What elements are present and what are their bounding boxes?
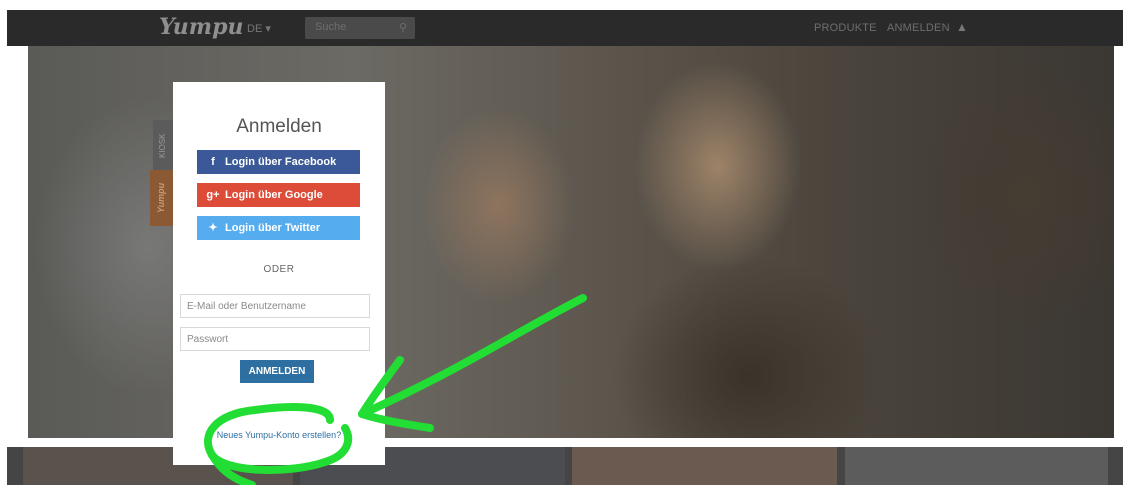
facebook-login-button[interactable]: f Login über Facebook bbox=[197, 150, 360, 174]
password-input[interactable] bbox=[180, 327, 370, 351]
chevron-down-icon: ▾ bbox=[265, 23, 271, 35]
search-box[interactable]: Suche ⚲ bbox=[305, 17, 415, 39]
login-submit-button[interactable]: ANMELDEN bbox=[240, 360, 314, 383]
search-input[interactable]: Suche bbox=[315, 21, 346, 33]
twitter-login-button[interactable]: ✦ Login über Twitter bbox=[197, 216, 360, 240]
yumpu-logo[interactable]: Yumpu bbox=[159, 14, 243, 40]
nav-products[interactable]: PRODUKTE bbox=[814, 22, 877, 34]
or-divider: ODER bbox=[263, 264, 295, 275]
top-navigation-bar: Yumpu DE ▾ Suche ⚲ PRODUKTE ANMELDEN ▲ bbox=[7, 10, 1123, 46]
twitter-icon: ✦ bbox=[208, 222, 218, 234]
facebook-login-label: Login über Facebook bbox=[225, 156, 337, 168]
facebook-icon: f bbox=[211, 156, 215, 168]
user-icon[interactable]: ▲ bbox=[956, 20, 968, 34]
search-icon[interactable]: ⚲ bbox=[399, 21, 407, 34]
google-login-label: Login über Google bbox=[225, 189, 323, 201]
yumpu-side-tab[interactable]: Yumpu bbox=[150, 170, 173, 226]
language-label: DE bbox=[247, 23, 263, 35]
thumbnail[interactable] bbox=[845, 447, 1108, 485]
twitter-login-label: Login über Twitter bbox=[225, 222, 321, 234]
modal-title: Anmelden bbox=[236, 116, 322, 137]
thumbnail[interactable] bbox=[572, 447, 837, 485]
login-modal: Anmelden f Login über Facebook g+ Login üb… bbox=[173, 82, 385, 465]
google-plus-icon: g+ bbox=[206, 189, 220, 201]
language-selector[interactable]: DE ▾ bbox=[247, 22, 271, 35]
create-account-link[interactable]: Neues Yumpu-Konto erstellen? bbox=[173, 430, 385, 440]
username-input[interactable] bbox=[180, 294, 370, 318]
google-login-button[interactable]: g+ Login über Google bbox=[197, 183, 360, 207]
nav-login[interactable]: ANMELDEN bbox=[887, 22, 950, 34]
kiosk-side-tab[interactable]: KIOSK bbox=[153, 120, 173, 172]
